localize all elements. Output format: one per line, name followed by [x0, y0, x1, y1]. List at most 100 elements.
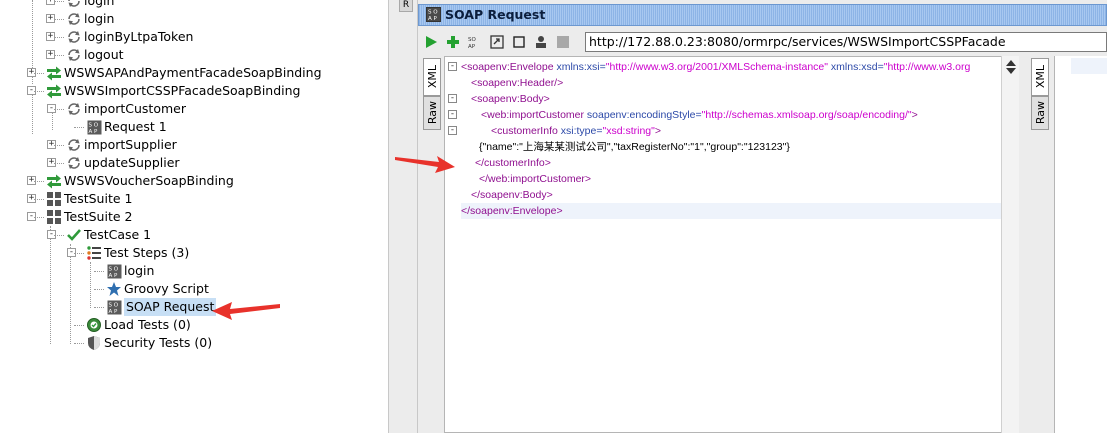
xml-token-tag: <soapenv:Header/> — [471, 77, 564, 89]
tree-connector — [94, 271, 104, 272]
collapsed-tab-stub[interactable]: R — [399, 0, 413, 12]
tree-connector — [34, 181, 44, 182]
tree-connector — [34, 73, 44, 74]
tree-connector — [54, 19, 64, 20]
svg-text:SO: SO — [468, 37, 476, 43]
create-empty-request-button[interactable]: SO AP — [466, 33, 484, 51]
tree-node-label[interactable]: login — [84, 0, 114, 10]
scroll-up-icon[interactable] — [1006, 60, 1016, 66]
xml-line[interactable]: <customerInfo xsi:type="xsd:string"> — [461, 123, 661, 139]
shield-icon — [86, 335, 102, 351]
xml-line[interactable]: <soapenv:Body> — [461, 91, 550, 107]
tree-connector — [90, 262, 91, 308]
tree-node-label[interactable]: WSWSAPAndPaymentFacadeSoapBinding — [64, 64, 322, 82]
annotation-arrow-icon — [212, 302, 280, 320]
window-title: SOAP Request — [445, 7, 546, 22]
tree-connector — [74, 253, 84, 254]
xml-token-tag: </soapenv:Body> — [471, 189, 553, 201]
tree-node-label[interactable]: TestSuite 2 — [64, 208, 132, 226]
tree-node-label[interactable]: importSupplier — [84, 136, 177, 154]
panel-splitter[interactable]: R — [389, 0, 418, 433]
tab-request-xml[interactable]: XML — [423, 58, 441, 96]
svg-text:A P: A P — [428, 16, 438, 22]
tree-connector — [74, 343, 84, 344]
star-icon — [106, 281, 122, 297]
tree-connector — [94, 307, 104, 308]
tree-node-label[interactable]: Test Steps (3) — [104, 244, 189, 262]
soap-icon: S O A P — [426, 7, 441, 25]
window-title-bar[interactable]: S O A P SOAP Request — [418, 4, 1107, 26]
svg-text:A P: A P — [108, 309, 118, 315]
xml-token-tag: <soapenv:Envelope — [461, 61, 557, 73]
fold-toggle-icon[interactable]: - — [448, 94, 457, 103]
tree-node-label[interactable]: logout — [84, 46, 124, 64]
svg-text:AP: AP — [468, 44, 476, 49]
xml-token-val: "http://www.w3.org/2001/XMLSchema-instan… — [605, 61, 831, 73]
xml-token-val: "http://www.w3.org — [883, 61, 971, 73]
operation-icon — [66, 11, 82, 27]
tree-node-label[interactable]: login — [84, 10, 114, 28]
xml-line[interactable]: {"name":"上海某某测试公司","taxRegisterNo":"1","… — [461, 139, 790, 155]
annotation-arrow-icon — [395, 156, 455, 173]
xml-token-tag: > — [911, 109, 918, 121]
tab-request-raw[interactable]: Raw — [423, 96, 441, 130]
xml-token-val: "xsd:string" — [602, 125, 655, 137]
soap-icon: S OA P — [106, 263, 122, 279]
run-button[interactable] — [422, 33, 440, 51]
tree-node-label[interactable]: TestSuite 1 — [64, 190, 132, 208]
tree-connector — [34, 217, 44, 218]
response-xml-editor[interactable] — [1054, 56, 1107, 433]
play-icon — [426, 36, 437, 48]
tree-node-label[interactable]: TestCase 1 — [84, 226, 151, 244]
navigator-panel: + login + login + loginByLtpaToken + logout + WSW… — [0, 0, 389, 433]
recreate-request-button[interactable] — [488, 33, 506, 51]
tab-response-xml[interactable]: XML — [1031, 58, 1049, 96]
tree-node-label[interactable]: Load Tests (0) — [104, 316, 191, 334]
tree-node-label[interactable]: WSWSImportCSSPFacadeSoapBinding — [64, 82, 300, 100]
auth-button[interactable] — [532, 33, 550, 51]
tab-label: XML — [425, 65, 439, 89]
steps-icon — [86, 245, 102, 261]
xml-line[interactable]: </soapenv:Envelope> — [461, 203, 1016, 219]
tree-node-label[interactable]: SOAP Request — [124, 298, 217, 316]
xml-token-attr: xmlns:xsd= — [830, 61, 884, 73]
interface-icon — [46, 173, 62, 189]
xml-line[interactable]: </web:importCustomer> — [461, 171, 591, 187]
add-to-testcase-button[interactable] — [444, 33, 462, 51]
clone-request-button[interactable] — [510, 33, 528, 51]
endpoint-url-field[interactable]: http://172.88.0.23:8080/ormrpc/services/… — [585, 32, 1107, 52]
xml-line[interactable]: </soapenv:Body> — [461, 187, 553, 203]
response-current-line — [1071, 58, 1107, 74]
tree-node-label[interactable]: WSWSVoucherSoapBinding — [64, 172, 234, 190]
xml-token-attr: soapenv:encodingStyle= — [586, 109, 702, 121]
xml-token-tag: </web:importCustomer> — [479, 173, 592, 185]
tree-node-label[interactable]: login — [124, 262, 154, 280]
tab-response-raw[interactable]: Raw — [1031, 96, 1049, 130]
svg-text:A P: A P — [88, 129, 98, 135]
xml-line[interactable]: </customerInfo> — [461, 155, 551, 171]
xml-line[interactable]: <soapenv:Header/> — [461, 75, 563, 91]
request-scrollbar[interactable] — [1001, 56, 1019, 433]
tree-connector — [32, 92, 33, 134]
soap-icon: S OA P — [106, 299, 122, 315]
tree-connector — [34, 199, 44, 200]
xml-token-val: "http://schemas.xmlsoap.org/soap/encodin… — [701, 109, 912, 121]
tree-node-label[interactable]: updateSupplier — [84, 154, 180, 172]
operation-icon — [66, 47, 82, 63]
cancel-button[interactable] — [554, 33, 572, 51]
tab-label: XML — [1033, 65, 1047, 89]
tree-node-label[interactable]: Request 1 — [104, 118, 167, 136]
fold-toggle-icon[interactable]: - — [448, 110, 457, 119]
xml-line[interactable]: <soapenv:Envelope xmlns:xsi="http://www.… — [461, 59, 970, 75]
request-xml-editor[interactable]: - - - - <soapenv:Envelope xmlns:xsi="http:/… — [444, 56, 1019, 433]
tree-node-label[interactable]: importCustomer — [84, 100, 186, 118]
tree-connector — [54, 55, 64, 56]
scroll-down-icon[interactable] — [1006, 68, 1016, 74]
fold-toggle-icon[interactable]: - — [448, 62, 457, 71]
svg-text:S O: S O — [88, 122, 98, 128]
tree-node-label[interactable]: Groovy Script — [124, 280, 209, 298]
tree-node-label[interactable]: Security Tests (0) — [104, 334, 212, 352]
tree-node-label[interactable]: loginByLtpaToken — [84, 28, 193, 46]
xml-line[interactable]: <web:importCustomer soapenv:encodingStyl… — [461, 107, 918, 123]
fold-toggle-icon[interactable]: - — [448, 126, 457, 135]
